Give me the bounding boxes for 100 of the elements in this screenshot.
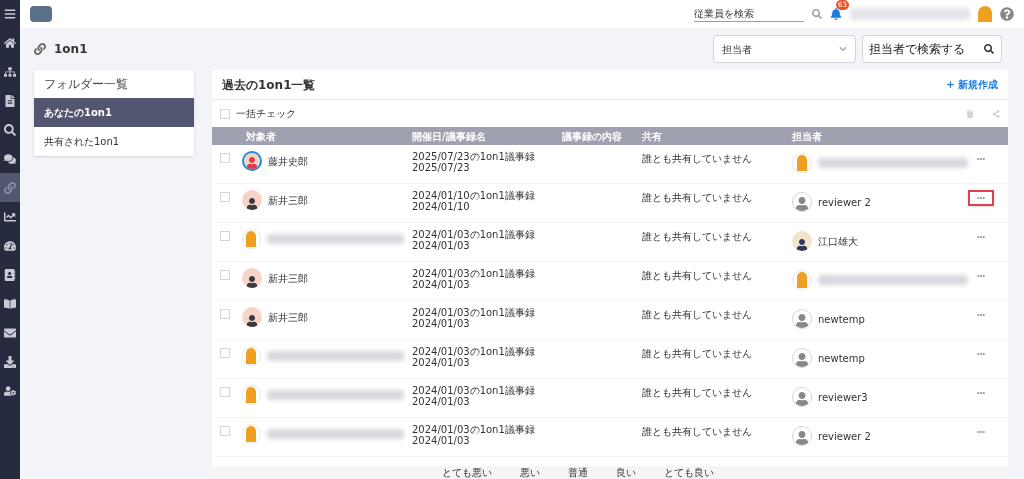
rating-label: 普通 [568,466,588,479]
document-icon [4,94,16,107]
checkbox[interactable] [220,108,230,119]
sitemap-icon [4,65,16,78]
column-header: 議事録の内容 [561,129,623,144]
record-date: 2024/01/03 [412,435,471,446]
record-title: 2024/01/10の1on1議事録 [412,190,536,201]
checkbox[interactable] [220,426,230,436]
mascot-avatar [242,229,261,249]
notification-bell-icon [830,8,842,20]
share-status: 誰とも共有していません [641,386,753,400]
folder-item[interactable]: あなたの1on1 [34,98,194,127]
avatar-silhouette [242,151,262,171]
page-title: 1on1 [54,41,88,58]
ellipsis-icon [977,428,985,436]
record-date: 2024/01/03 [412,240,471,251]
ellipsis-icon [977,350,985,358]
share-status: 誰とも共有していません [641,347,753,361]
avatar-silhouette [242,190,262,210]
share-status: 誰とも共有していません [641,152,753,166]
ellipsis-icon [977,272,985,280]
person-name: 新井三郎 [268,271,308,286]
folder-item[interactable]: 共有された1on1 [34,127,194,156]
record-date: 2025/07/23 [412,162,471,173]
rating-label: 悪い [520,466,540,479]
rating-label: 良い [616,466,636,479]
help-icon[interactable] [1000,7,1014,21]
record-date: 2024/01/10 [412,201,471,212]
employee-search-field[interactable]: 従業員を検索 [694,6,804,22]
avatar-silhouette [242,268,262,288]
ellipsis-icon [977,389,985,397]
chart-icon [4,210,16,223]
person-name: newtemp [818,312,865,327]
download-icon [4,355,16,368]
mascot-avatar [242,346,261,366]
logo-placeholder [30,6,52,22]
ellipsis-icon [977,233,985,241]
user-settings-icon [4,384,16,397]
ellipsis-icon [977,194,985,202]
search-icon [812,9,822,19]
list-title: 過去の1on1一覧 [222,76,316,94]
checkbox[interactable] [220,231,230,241]
user-avatar [792,426,812,446]
person-name: newtemp [818,351,865,366]
person-name: 新井三郎 [268,310,308,325]
gauge-icon [4,239,16,252]
record-date: 2024/01/03 [412,279,471,290]
ellipsis-icon [977,311,985,319]
bulk-check-label: 一括チェック [236,107,296,121]
book-icon [4,297,16,310]
checkbox[interactable] [220,192,230,202]
record-title: 2025/07/23の1on1議事録 [412,151,536,162]
person-name: 藤井史郎 [268,154,308,169]
mascot-avatar[interactable] [978,6,992,22]
trash-icon[interactable] [966,109,974,118]
checkbox[interactable] [220,153,230,163]
share-status: 誰とも共有していません [641,230,753,244]
panel-heading: フォルダー一覧 [44,76,128,93]
record-date: 2024/01/03 [412,318,471,329]
avatar-silhouette [792,231,812,251]
checkbox[interactable] [220,270,230,280]
new-button[interactable]: + 新規作成 [946,77,998,92]
assignee-dropdown[interactable]: 担当者 [713,35,856,63]
mascot-avatar [792,270,812,290]
checkbox[interactable] [220,348,230,358]
person-name: reviewer 2 [818,195,871,210]
search-icon [4,123,16,136]
more-button[interactable] [968,190,994,206]
record-title: 2024/01/03の1on1議事録 [412,268,536,279]
record-title: 2024/01/03の1on1議事録 [412,229,536,240]
user-avatar [792,348,812,368]
search-icon [984,44,994,54]
contact-book-icon [4,268,16,281]
person-name: 江口雄大 [818,234,858,249]
ellipsis-icon [977,155,985,163]
record-title: 2024/01/03の1on1議事録 [412,385,536,396]
user-avatar [792,309,812,329]
share-icon[interactable] [992,109,1000,118]
mail-icon [4,326,16,339]
link-icon [34,43,46,55]
checkbox[interactable] [220,387,230,397]
person-name: reviewer 2 [818,429,871,444]
record-title: 2024/01/03の1on1議事録 [412,307,536,318]
assignee-search-field[interactable]: 担当者で検索する [862,35,1002,63]
record-title: 2024/01/03の1on1議事録 [412,346,536,357]
user-avatar [792,192,812,212]
rating-label: とても悪い [442,466,492,479]
checkbox[interactable] [220,309,230,319]
share-status: 誰とも共有していません [641,269,753,283]
avatar-silhouette [242,307,262,327]
chat-icon [4,152,16,165]
home-icon [4,36,16,49]
chevron-down-icon [839,45,847,53]
mascot-avatar [792,153,812,173]
user-avatar [792,387,812,407]
column-header: 対象者 [245,129,277,144]
share-status: 誰とも共有していません [641,308,753,322]
column-header: 開催日/議事録名 [411,129,487,144]
mascot-avatar [242,424,261,444]
column-header: 担当者 [791,129,823,144]
